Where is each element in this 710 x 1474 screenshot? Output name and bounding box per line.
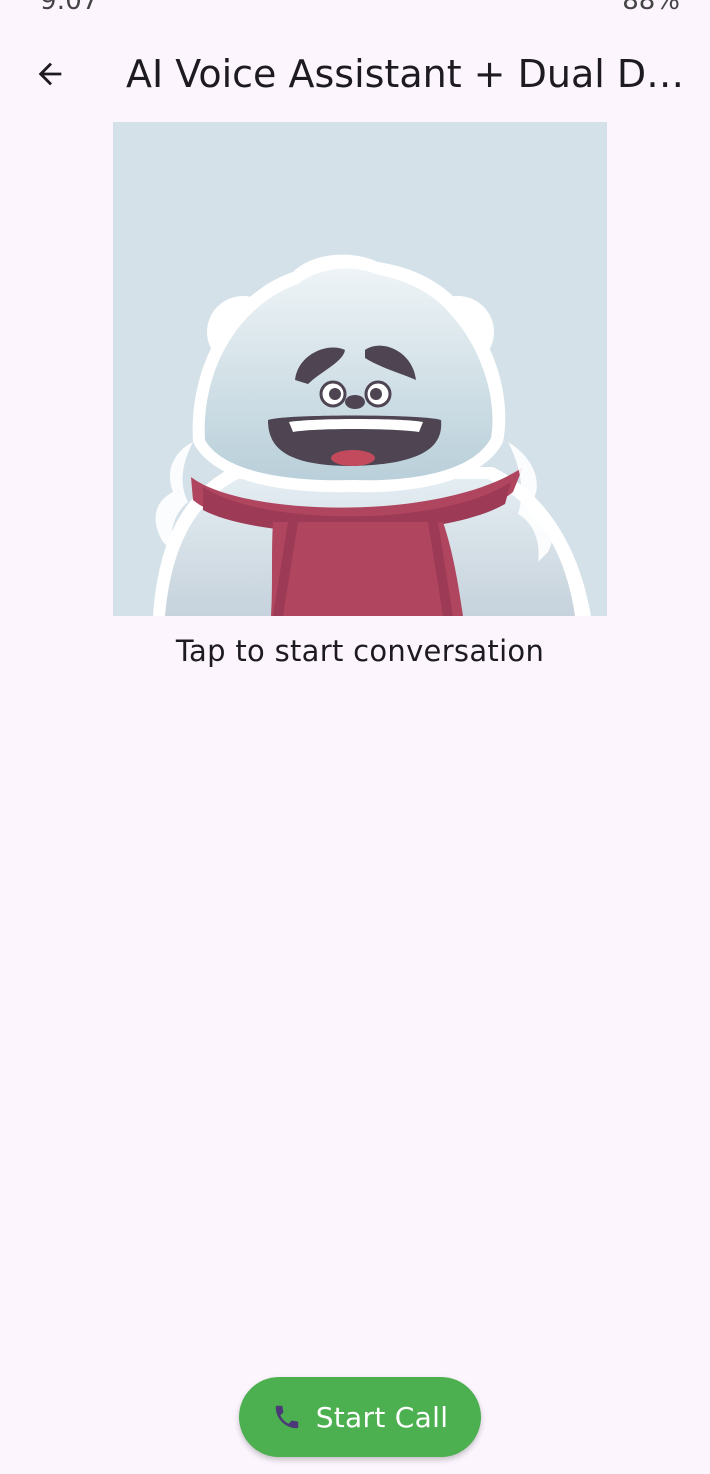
polar-bear-mascot-image <box>153 254 591 616</box>
phone-icon <box>272 1402 302 1432</box>
status-bar: 9:07 88% <box>0 0 710 10</box>
status-battery: 88% <box>622 0 680 10</box>
start-call-button[interactable]: Start Call <box>239 1377 481 1457</box>
page-title: AI Voice Assistant + Dual De... <box>126 52 688 96</box>
back-button[interactable] <box>24 48 76 100</box>
status-time: 9:07 <box>40 0 98 10</box>
start-conversation-hint: Tap to start conversation <box>175 634 545 668</box>
start-call-label: Start Call <box>315 1400 449 1434</box>
assistant-avatar[interactable] <box>113 122 607 616</box>
arrow-left-icon <box>38 62 62 86</box>
app-bar: AI Voice Assistant + Dual De... <box>0 36 710 112</box>
